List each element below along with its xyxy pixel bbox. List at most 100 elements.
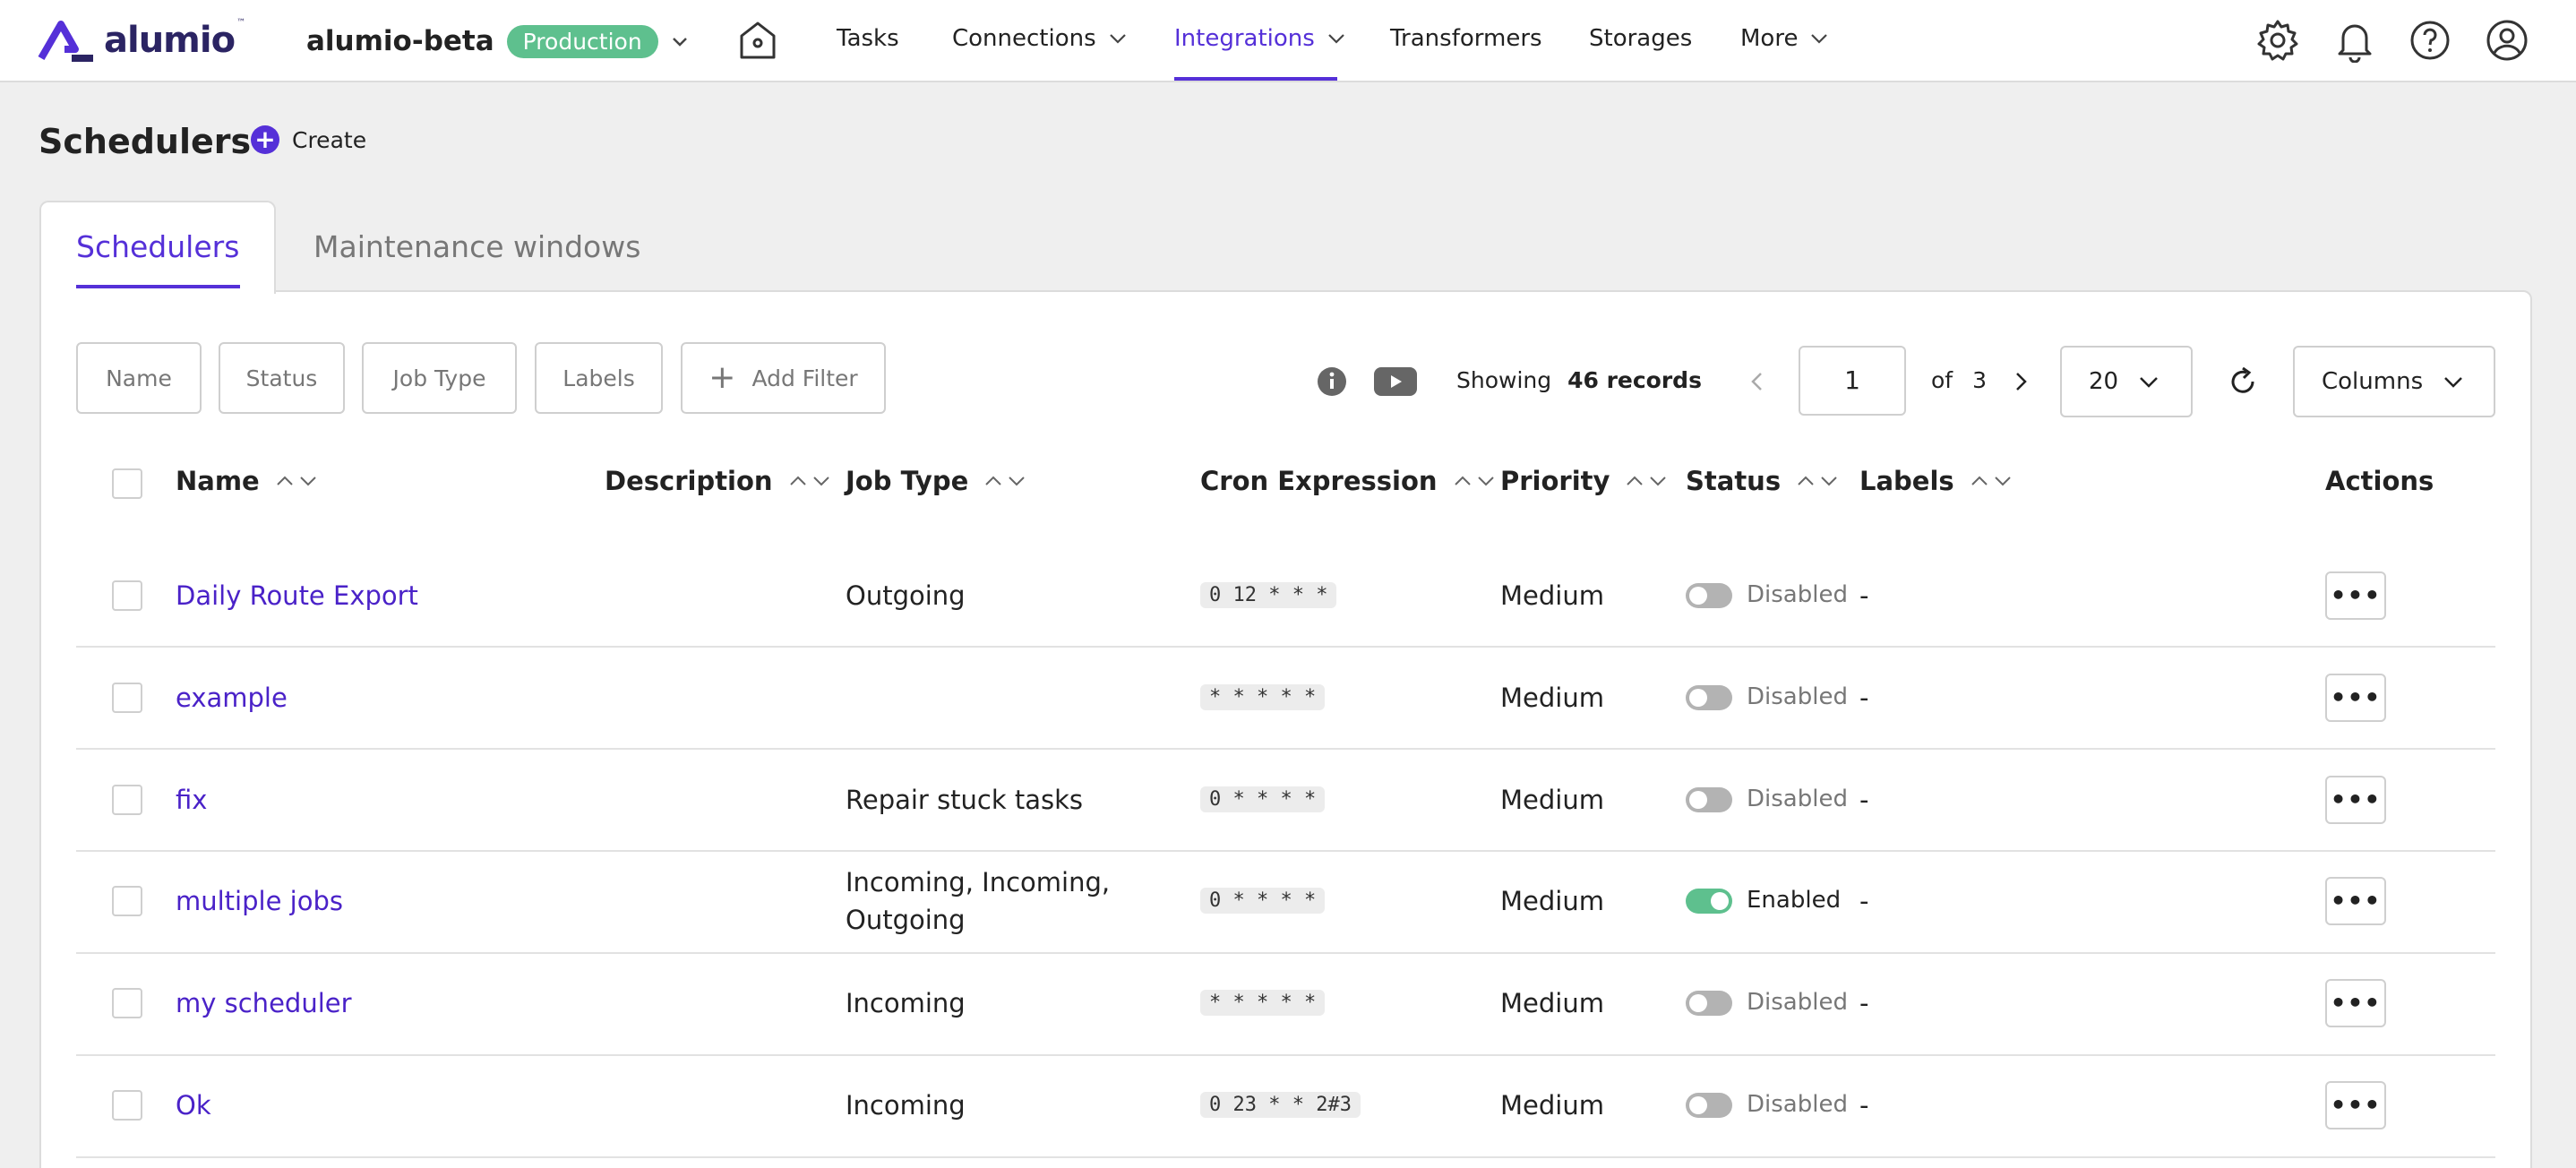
row-checkbox[interactable] — [112, 988, 142, 1018]
status-toggle[interactable] — [1686, 991, 1732, 1016]
video-play-icon[interactable] — [1374, 367, 1417, 396]
scheduler-name-link[interactable]: my scheduler — [176, 984, 352, 1022]
nav-storages[interactable]: Storages — [1589, 25, 1692, 52]
nav-transformers[interactable]: Transformers — [1390, 25, 1542, 52]
sort-descending-icon[interactable] — [1008, 475, 1026, 487]
status-toggle[interactable] — [1686, 583, 1732, 608]
cron-expression-cell: * * * * * — [1200, 684, 1326, 710]
sort-ascending-icon[interactable] — [1454, 475, 1472, 487]
info-icon[interactable] — [1317, 366, 1347, 397]
page-number-input[interactable]: 1 — [1799, 346, 1906, 416]
row-actions-button[interactable]: ••• — [2325, 674, 2386, 722]
previous-page-icon[interactable] — [1748, 371, 1766, 392]
labels-cell: - — [1859, 580, 1869, 611]
sort-controls[interactable] — [1454, 475, 1495, 487]
row-actions-button[interactable]: ••• — [2325, 979, 2386, 1027]
sort-ascending-icon[interactable] — [1626, 475, 1644, 487]
row-actions-button[interactable]: ••• — [2325, 571, 2386, 620]
nav-active-indicator — [1174, 77, 1337, 81]
filter-status[interactable]: Status — [219, 342, 345, 414]
sort-controls[interactable] — [1626, 475, 1667, 487]
sort-ascending-icon[interactable] — [1797, 475, 1815, 487]
sort-controls[interactable] — [984, 475, 1026, 487]
sort-descending-icon[interactable] — [299, 475, 317, 487]
scheduler-name-link[interactable]: Daily Route Export — [176, 577, 418, 614]
nav-connections[interactable]: Connections — [952, 25, 1127, 52]
home-icon[interactable] — [736, 18, 779, 63]
column-header-description[interactable]: Description — [605, 466, 830, 496]
job-type-cell: Incoming — [846, 1090, 966, 1121]
help-question-icon[interactable] — [2408, 18, 2452, 63]
tab-maintenance-windows[interactable]: Maintenance windows — [313, 229, 640, 264]
filter-labels[interactable]: Labels — [535, 342, 663, 414]
column-header-job-type[interactable]: Job Type — [846, 466, 1026, 496]
sort-controls[interactable] — [1971, 475, 2012, 487]
scheduler-name-link[interactable]: multiple jobs — [176, 882, 343, 920]
status-toggle[interactable] — [1686, 685, 1732, 710]
chevron-down-icon — [672, 38, 687, 47]
sort-descending-icon[interactable] — [1994, 475, 2012, 487]
row-actions-button[interactable]: ••• — [2325, 776, 2386, 824]
filter-job-type[interactable]: Job Type — [362, 342, 517, 414]
sort-ascending-icon[interactable] — [276, 475, 294, 487]
column-header-priority-label: Priority — [1500, 466, 1610, 496]
column-header-labels[interactable]: Labels — [1859, 466, 2012, 496]
row-divider — [76, 850, 2495, 852]
refresh-icon[interactable] — [2227, 365, 2259, 398]
sort-ascending-icon[interactable] — [984, 475, 1002, 487]
sort-controls[interactable] — [276, 475, 317, 487]
status-toggle[interactable] — [1686, 1093, 1732, 1118]
create-button[interactable]: + Create — [251, 125, 366, 154]
column-header-status[interactable]: Status — [1686, 466, 1838, 496]
row-checkbox[interactable] — [112, 1090, 142, 1121]
priority-cell: Medium — [1500, 785, 1604, 815]
status-text: Enabled — [1747, 887, 1842, 914]
logo-trademark: ™ — [236, 18, 246, 28]
status-text: Disabled — [1747, 683, 1848, 710]
priority-cell: Medium — [1500, 886, 1604, 916]
row-checkbox[interactable] — [112, 886, 142, 916]
labels-cell: - — [1859, 683, 1869, 713]
row-checkbox[interactable] — [112, 580, 142, 611]
scheduler-name-link[interactable]: fix — [176, 781, 207, 819]
notifications-bell-icon[interactable] — [2332, 18, 2377, 63]
column-header-cron-expression[interactable]: Cron Expression — [1200, 466, 1495, 496]
nav-more[interactable]: More — [1740, 25, 1828, 52]
columns-select[interactable]: Columns — [2293, 346, 2495, 417]
next-page-icon[interactable] — [2012, 371, 2030, 392]
nav-integrations[interactable]: Integrations — [1174, 25, 1345, 52]
status-toggle[interactable] — [1686, 787, 1732, 812]
environment-switcher[interactable]: alumio-beta Production — [306, 20, 689, 63]
select-all-checkbox[interactable] — [112, 468, 142, 499]
settings-gear-icon[interactable] — [2255, 18, 2300, 63]
status-toggle[interactable] — [1686, 889, 1732, 914]
sort-descending-icon[interactable] — [1477, 475, 1495, 487]
add-filter-button[interactable]: + Add Filter — [681, 342, 886, 414]
scheduler-name-link[interactable]: example — [176, 679, 288, 717]
nav-tasks[interactable]: Tasks — [837, 25, 899, 52]
sort-controls[interactable] — [1797, 475, 1838, 487]
row-checkbox[interactable] — [112, 683, 142, 713]
sort-descending-icon[interactable] — [812, 475, 830, 487]
column-header-name[interactable]: Name — [176, 466, 317, 496]
sort-controls[interactable] — [789, 475, 830, 487]
row-actions-button[interactable]: ••• — [2325, 877, 2386, 925]
scheduler-name-link[interactable]: Ok — [176, 1086, 211, 1124]
row-checkbox[interactable] — [112, 785, 142, 815]
sort-descending-icon[interactable] — [1820, 475, 1838, 487]
tab-schedulers[interactable]: Schedulers — [76, 229, 239, 264]
sort-ascending-icon[interactable] — [1971, 475, 1988, 487]
row-divider — [76, 1156, 2495, 1158]
sort-ascending-icon[interactable] — [789, 475, 807, 487]
column-header-priority[interactable]: Priority — [1500, 466, 1667, 496]
priority-cell: Medium — [1500, 580, 1604, 611]
user-avatar-icon[interactable] — [2485, 18, 2529, 63]
logo-text: alumio — [104, 20, 236, 61]
filter-name[interactable]: Name — [76, 342, 202, 414]
labels-cell: - — [1859, 1090, 1869, 1121]
alumio-logo[interactable]: alumio ™ — [38, 18, 245, 63]
per-page-select[interactable]: 20 — [2060, 346, 2193, 417]
sort-descending-icon[interactable] — [1649, 475, 1667, 487]
column-header-cron-label: Cron Expression — [1200, 466, 1438, 496]
row-actions-button[interactable]: ••• — [2325, 1081, 2386, 1129]
